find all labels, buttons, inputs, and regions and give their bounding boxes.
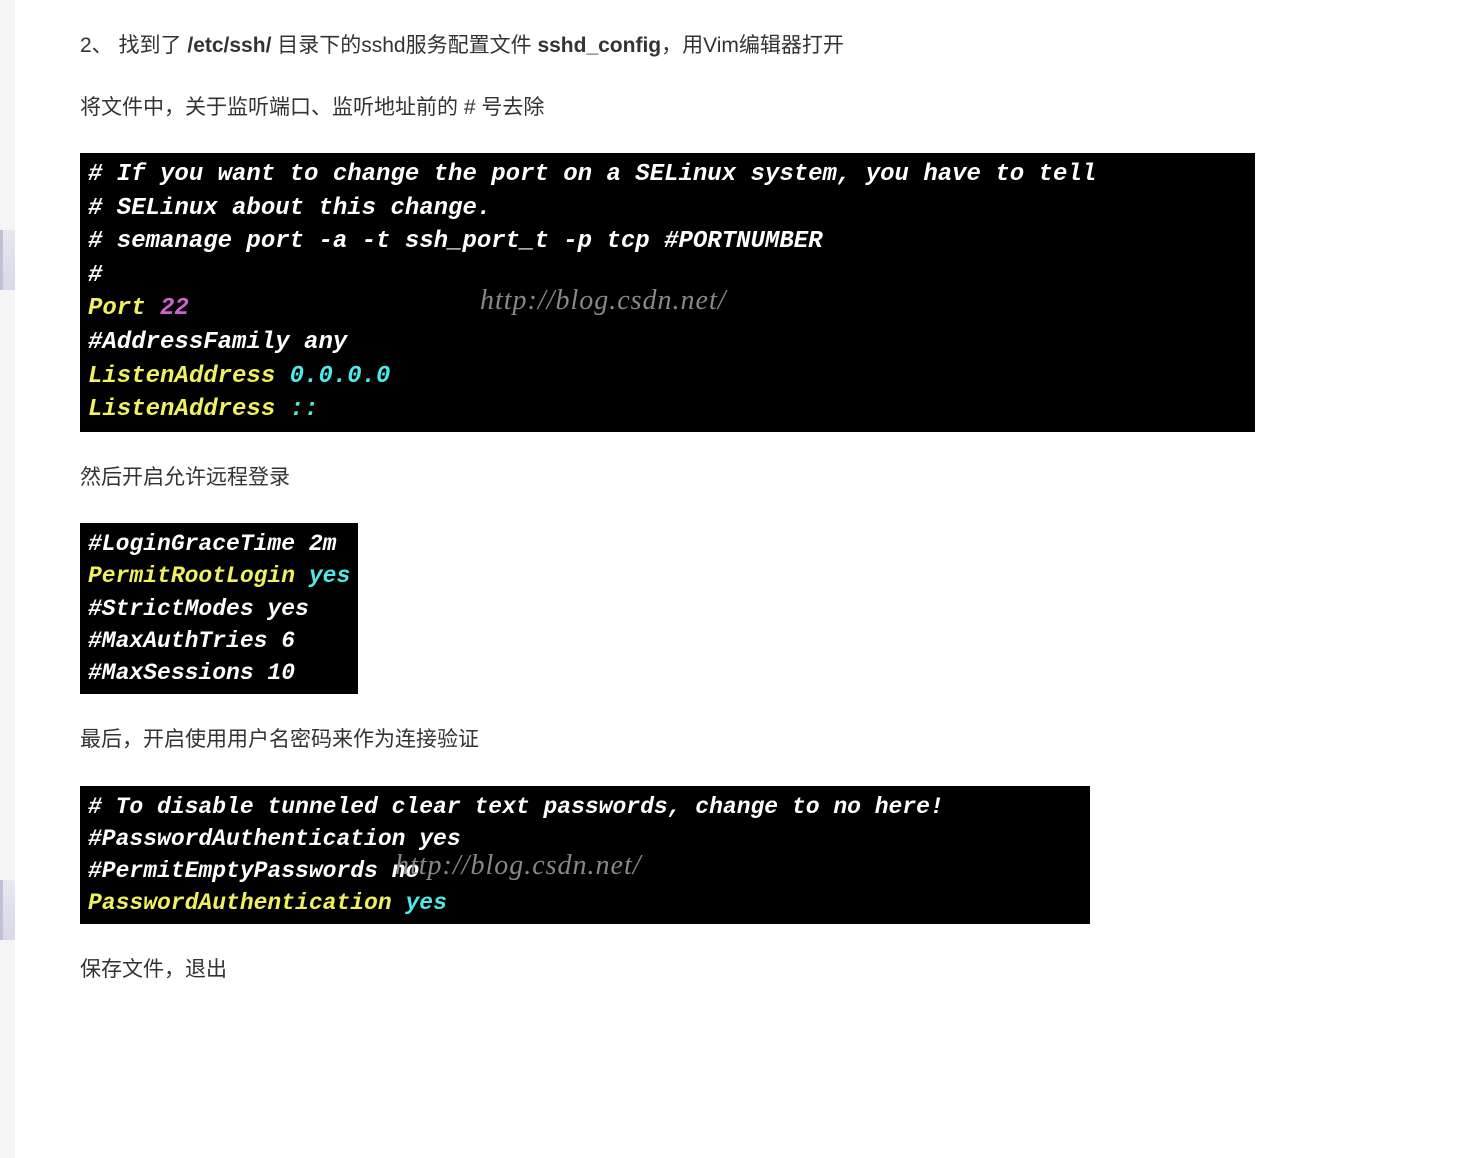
terminal-line: PermitRootLogin yes — [88, 560, 350, 592]
terminal-line: ListenAddress 0.0.0.0 — [88, 360, 1247, 394]
terminal-line: # To disable tunneled clear text passwor… — [88, 791, 1082, 823]
terminal-line: #StrictModes yes — [88, 593, 350, 625]
terminal-text: PasswordAuthentication — [88, 890, 392, 916]
terminal-screenshot-1: http://blog.csdn.net/ # If you want to c… — [80, 153, 1255, 432]
terminal-text: 22 — [146, 295, 189, 322]
terminal-text: #MaxAuthTries 6 — [88, 628, 295, 654]
terminal-text: yes — [295, 563, 350, 589]
terminal-text: #PasswordAuthentication yes — [88, 826, 461, 852]
terminal-line: #MaxAuthTries 6 — [88, 625, 350, 657]
terminal-text: PermitRootLogin — [88, 563, 295, 589]
terminal-text: # To disable tunneled clear text passwor… — [88, 794, 944, 820]
filename-text: sshd_config — [537, 34, 661, 57]
left-gutter — [0, 0, 15, 1158]
terminal-screenshot-2: #LoginGraceTime 2m PermitRootLogin yes #St… — [80, 523, 358, 694]
terminal-text: #AddressFamily any — [88, 329, 347, 356]
terminal-line: #AddressFamily any — [88, 326, 1247, 360]
terminal-line: #MaxSessions 10 — [88, 657, 350, 689]
article-content: 2、 找到了 /etc/ssh/ 目录下的sshd服务配置文件 sshd_con… — [15, 0, 1476, 1158]
terminal-text: :: — [275, 396, 318, 423]
text: 2、 找到了 — [80, 34, 187, 57]
text: ，用Vim编辑器打开 — [661, 34, 844, 57]
text: 目录下的sshd服务配置文件 — [271, 34, 537, 57]
terminal-text: ListenAddress — [88, 396, 275, 423]
terminal-line: PasswordAuthentication yes — [88, 887, 1082, 919]
terminal-line: # semanage port -a -t ssh_port_t -p tcp … — [88, 225, 1247, 259]
terminal-text: # If you want to change the port on a SE… — [88, 161, 1096, 188]
terminal-text: 0.0.0.0 — [275, 363, 390, 390]
terminal-text: # — [88, 262, 102, 289]
terminal-text: ListenAddress — [88, 363, 275, 390]
terminal-line: ListenAddress :: — [88, 393, 1247, 427]
terminal-text: #PermitEmptyPasswords no — [88, 858, 419, 884]
gutter-marker — [0, 230, 15, 290]
terminal-screenshot-3: http://blog.csdn.net/ # To disable tunne… — [80, 786, 1090, 925]
terminal-text: yes — [392, 890, 447, 916]
paragraph-4: 最后，开启使用用户名密码来作为连接验证 — [80, 724, 1416, 756]
terminal-text: # semanage port -a -t ssh_port_t -p tcp … — [88, 228, 823, 255]
terminal-text: #MaxSessions 10 — [88, 660, 295, 686]
gutter-marker — [0, 880, 15, 940]
terminal-text: #StrictModes yes — [88, 596, 309, 622]
terminal-line: # SELinux about this change. — [88, 192, 1247, 226]
terminal-text: #LoginGraceTime 2m — [88, 531, 336, 557]
terminal-line: #LoginGraceTime 2m — [88, 528, 350, 560]
path-text: /etc/ssh/ — [187, 34, 271, 57]
paragraph-2: 将文件中，关于监听端口、监听地址前的 # 号去除 — [80, 92, 1416, 124]
paragraph-5: 保存文件，退出 — [80, 954, 1416, 986]
terminal-line: #PasswordAuthentication yes — [88, 823, 1082, 855]
terminal-line: #PermitEmptyPasswords no — [88, 855, 1082, 887]
terminal-line: Port 22 — [88, 292, 1247, 326]
terminal-line: # — [88, 259, 1247, 293]
terminal-text: Port — [88, 295, 146, 322]
terminal-line: # If you want to change the port on a SE… — [88, 158, 1247, 192]
terminal-text: # SELinux about this change. — [88, 195, 491, 222]
paragraph-1: 2、 找到了 /etc/ssh/ 目录下的sshd服务配置文件 sshd_con… — [80, 30, 1416, 62]
paragraph-3: 然后开启允许远程登录 — [80, 462, 1416, 494]
